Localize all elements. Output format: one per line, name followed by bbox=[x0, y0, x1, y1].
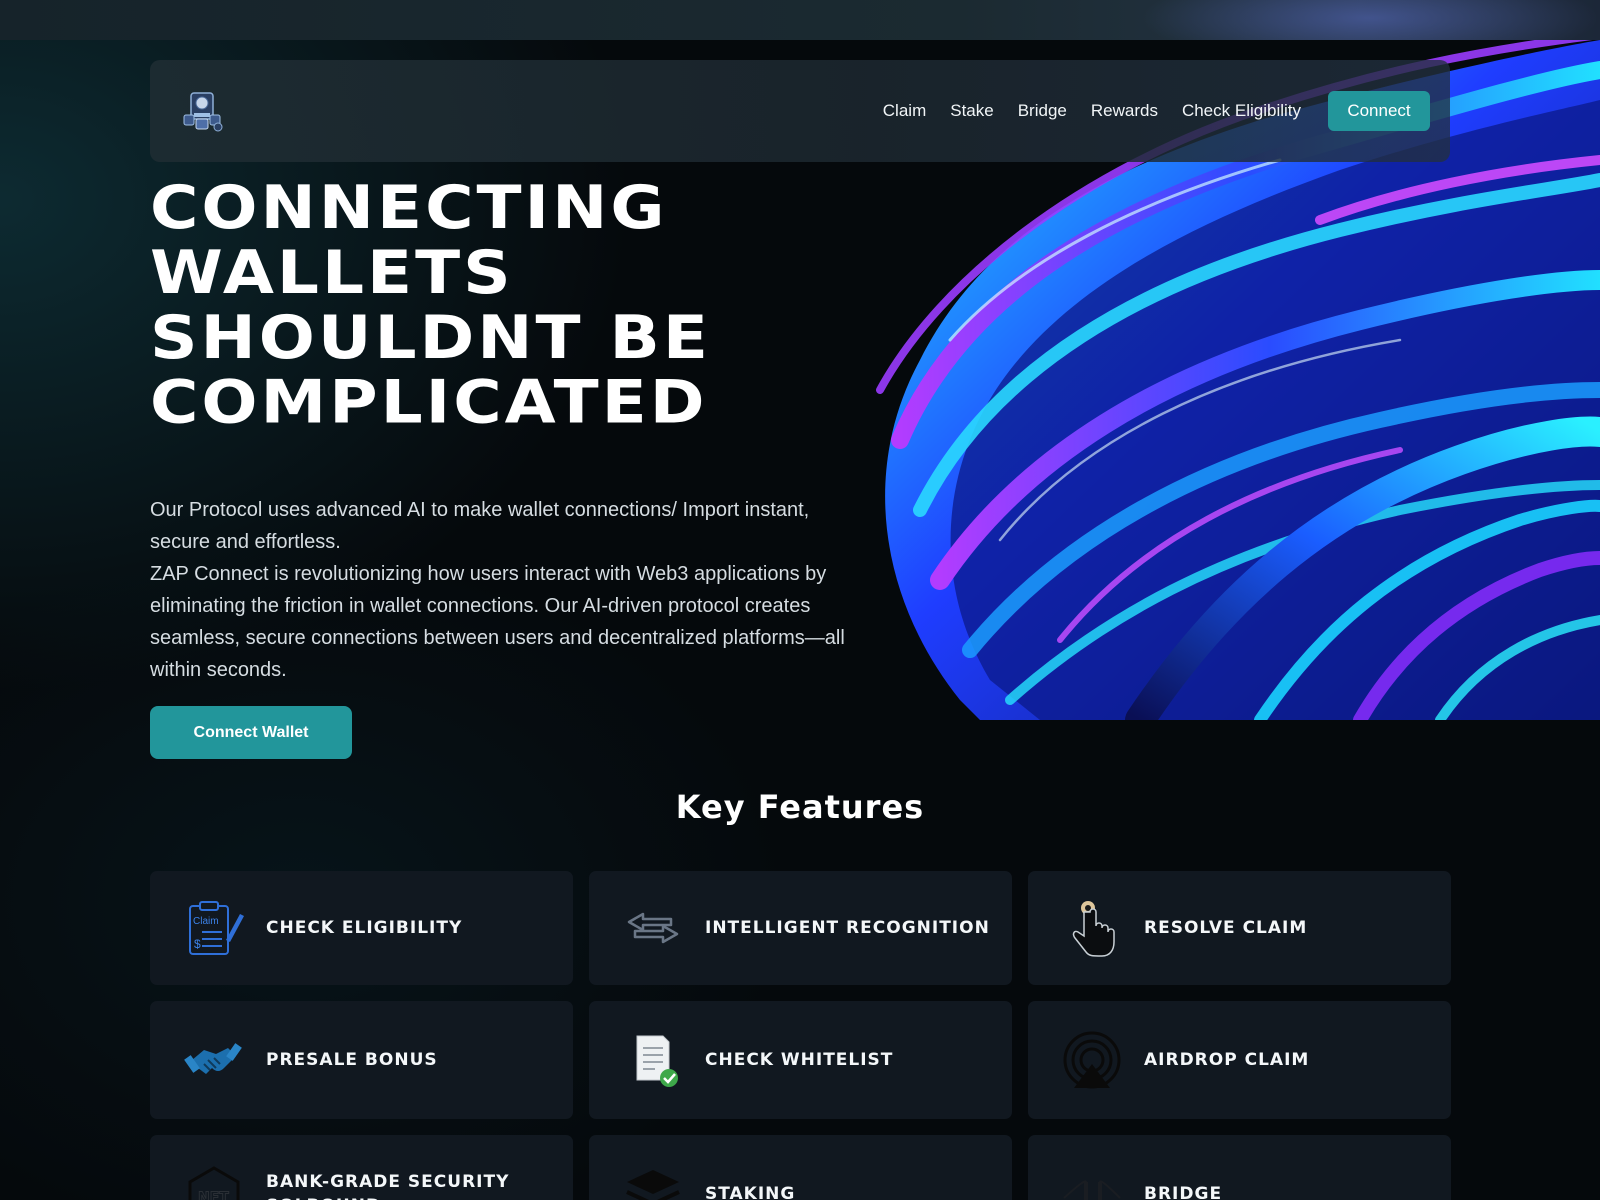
svg-text:$: $ bbox=[194, 937, 201, 951]
feature-card-intelligent-recognition[interactable]: INTELLIGENT RECOGNITION bbox=[589, 871, 1012, 985]
bridge-icon bbox=[1062, 1164, 1122, 1200]
feature-label: CHECK WHITELIST bbox=[705, 1050, 894, 1070]
feature-label: BRIDGE bbox=[1144, 1184, 1223, 1200]
feature-card-check-eligibility[interactable]: Claim $ CHECK ELIGIBILITY bbox=[150, 871, 573, 985]
hero-title: CONNECTING WALLETS SHOULDNT BE COMPLICAT… bbox=[150, 176, 870, 435]
feature-card-bridge[interactable]: BRIDGE bbox=[1028, 1135, 1451, 1200]
nav-links: Claim Stake Bridge Rewards Check Eligibi… bbox=[859, 91, 1430, 131]
nav-link-check-eligibility[interactable]: Check Eligibility bbox=[1182, 101, 1301, 121]
feature-label: STAKING bbox=[705, 1184, 796, 1200]
nav-link-stake[interactable]: Stake bbox=[950, 101, 993, 121]
connect-button[interactable]: Connect bbox=[1328, 91, 1430, 131]
features-grid: Claim $ CHECK ELIGIBILITY INTELLIGENT RE… bbox=[150, 871, 1451, 1200]
stack-layers-icon bbox=[623, 1164, 683, 1200]
feature-label: BANK-GRADE SECURITY SOLBOUND bbox=[266, 1172, 510, 1200]
feature-label: RESOLVE CLAIM bbox=[1144, 918, 1308, 938]
hero-title-line: COMPLICATED bbox=[150, 367, 708, 437]
top-bar bbox=[0, 0, 1600, 50]
page: Claim Stake Bridge Rewards Check Eligibi… bbox=[0, 0, 1600, 1200]
hero-paragraph: Our Protocol uses advanced AI to make wa… bbox=[150, 499, 810, 553]
feature-card-presale-bonus[interactable]: PRESALE BONUS bbox=[150, 1001, 573, 1119]
hero-title-line: CONNECTING bbox=[150, 173, 668, 243]
feature-label: AIRDROP CLAIM bbox=[1144, 1050, 1310, 1070]
claim-clipboard-icon: Claim $ bbox=[184, 898, 244, 958]
airdrop-signal-icon bbox=[1062, 1030, 1122, 1090]
robot-logo-icon[interactable] bbox=[180, 89, 224, 133]
hero-paragraph: ZAP Connect is revolutionizing how users… bbox=[150, 563, 845, 681]
hero-title-line: SHOULDNT BE bbox=[150, 302, 711, 373]
feature-card-resolve-claim[interactable]: RESOLVE CLAIM bbox=[1028, 871, 1451, 985]
handshake-icon bbox=[184, 1030, 244, 1090]
features-title: Key Features bbox=[675, 788, 925, 826]
swap-arrows-icon bbox=[623, 898, 683, 958]
svg-text:Claim: Claim bbox=[193, 916, 219, 927]
svg-text:NFT: NFT bbox=[198, 1190, 229, 1200]
feature-label: INTELLIGENT RECOGNITION bbox=[705, 918, 990, 938]
feature-card-bank-grade-security[interactable]: NFT BANK-GRADE SECURITY SOLBOUND bbox=[150, 1135, 573, 1200]
feature-card-staking[interactable]: STAKING bbox=[589, 1135, 1012, 1200]
tap-hand-icon bbox=[1062, 898, 1122, 958]
feature-label: CHECK ELIGIBILITY bbox=[266, 918, 463, 938]
hero-title-line: WALLETS bbox=[150, 238, 514, 308]
feature-card-check-whitelist[interactable]: CHECK WHITELIST bbox=[589, 1001, 1012, 1119]
feature-label: PRESALE BONUS bbox=[266, 1050, 438, 1070]
nav-link-rewards[interactable]: Rewards bbox=[1091, 101, 1158, 121]
hero-description: Our Protocol uses advanced AI to make wa… bbox=[150, 494, 850, 686]
nav-link-claim[interactable]: Claim bbox=[883, 101, 926, 121]
nav-link-bridge[interactable]: Bridge bbox=[1018, 101, 1067, 121]
document-check-icon bbox=[623, 1030, 683, 1090]
navbar: Claim Stake Bridge Rewards Check Eligibi… bbox=[150, 60, 1450, 162]
feature-card-airdrop-claim[interactable]: AIRDROP CLAIM bbox=[1028, 1001, 1451, 1119]
nft-hexagon-icon: NFT bbox=[184, 1164, 244, 1200]
connect-wallet-button[interactable]: Connect Wallet bbox=[150, 706, 352, 759]
